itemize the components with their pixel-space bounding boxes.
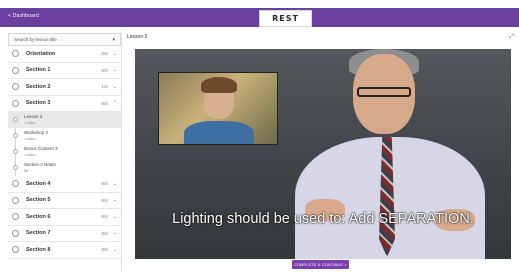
section-6[interactable]: Section 6 0/4 ⌄ — [8, 209, 121, 226]
progress-circle-icon — [12, 229, 19, 237]
complete-and-continue-button[interactable]: COMPLETE & CONTINUE > — [292, 260, 349, 269]
section-name: Section 5 — [26, 197, 51, 204]
lesson-item-workshop-3[interactable]: Workshop 3 1 video — [8, 128, 121, 144]
lesson-status-icon — [13, 117, 18, 122]
course-sidebar: Search by lesson title ▾ Orientation 0/2… — [8, 31, 122, 272]
section-name: Section 2 — [26, 83, 51, 90]
search-lesson-dropdown[interactable]: Search by lesson title ▾ — [8, 33, 121, 46]
section-progress: 0/3 — [101, 67, 108, 73]
expand-icon[interactable]: ⤢ — [509, 34, 514, 41]
section-name: Section 3 — [26, 100, 51, 107]
chevron-down-icon: ⌄ — [112, 197, 117, 204]
video-caption: Lighting should be used to: Add SEPARATI… — [172, 211, 474, 227]
section-name: Section 7 — [26, 230, 51, 237]
section-progress: 0/4 — [101, 181, 108, 187]
lesson-title: Section 3 Notes — [24, 162, 56, 167]
lesson-item-section-3-notes[interactable]: Section 3 Notes file — [8, 160, 121, 176]
section-4[interactable]: Section 4 0/4 ⌄ — [8, 176, 121, 193]
lesson-list: Lesson 3 1 video Workshop 3 1 video Bonu… — [8, 112, 121, 176]
lesson-meta: 1 video — [24, 153, 36, 157]
chevron-down-icon: ⌄ — [112, 246, 117, 253]
school-logo[interactable]: REST — [259, 10, 312, 27]
progress-circle-icon — [12, 196, 19, 204]
chevron-down-icon: ⌄ — [112, 230, 117, 237]
section-1[interactable]: Section 1 0/3 ⌄ — [8, 63, 121, 79]
section-name: Section 1 — [26, 67, 51, 74]
chevron-down-icon: ▾ — [112, 36, 115, 43]
video-player[interactable]: Lighting should be used to: Add SEPARATI… — [135, 49, 511, 259]
chevron-down-icon: ⌄ — [112, 83, 117, 90]
lesson-status-icon — [13, 165, 18, 170]
inset-photo — [158, 72, 278, 145]
section-name: Section 6 — [26, 213, 51, 220]
lesson-item-lesson-3[interactable]: Lesson 3 1 video — [8, 112, 121, 128]
lesson-content: Lesson 3 ⤢ Lighting should be used to: A… — [122, 31, 519, 272]
chevron-down-icon: ⌄ — [112, 67, 117, 74]
section-progress: 0/4 — [101, 100, 108, 106]
lesson-title: Lesson 3 — [127, 34, 148, 40]
search-placeholder: Search by lesson title — [14, 37, 57, 42]
lesson-meta: file — [24, 169, 29, 173]
lesson-meta: 1 video — [24, 121, 36, 125]
progress-circle-icon — [12, 180, 19, 188]
section-progress: 0/4 — [101, 230, 108, 236]
lesson-meta: 1 video — [24, 137, 36, 141]
section-5[interactable]: Section 5 0/4 ⌄ — [8, 193, 121, 209]
top-bar: < Dashboard REST — [0, 0, 519, 28]
progress-circle-icon — [12, 213, 19, 221]
inset-person-body — [184, 121, 254, 144]
chevron-down-icon: ⌄ — [112, 180, 117, 187]
section-progress: 0/4 — [101, 214, 108, 220]
section-3[interactable]: Section 3 0/4 ⌃ — [8, 96, 121, 112]
lesson-title: Bonus Content 3 — [24, 146, 58, 151]
lesson-status-icon — [13, 149, 18, 154]
lesson-title: Workshop 3 — [24, 130, 48, 135]
chevron-up-icon: ⌃ — [112, 100, 117, 107]
back-to-dashboard-link[interactable]: < Dashboard — [8, 13, 39, 19]
presenter-glasses — [357, 87, 411, 97]
chevron-down-icon: ⌄ — [112, 50, 117, 57]
section-name: Section 8 — [26, 246, 51, 253]
progress-circle-icon — [12, 246, 19, 254]
progress-circle-icon — [12, 83, 19, 91]
progress-circle-icon — [12, 99, 19, 107]
section-8[interactable]: Section 8 0/5 ⌄ — [8, 242, 121, 259]
inset-person-hair — [201, 77, 237, 93]
section-orientation[interactable]: Orientation 0/2 ⌄ — [8, 46, 121, 63]
progress-circle-icon — [12, 66, 19, 74]
section-name: Orientation — [26, 50, 56, 57]
chevron-down-icon: ⌄ — [112, 213, 117, 220]
lesson-status-icon — [13, 133, 18, 138]
section-name: Section 4 — [26, 180, 51, 187]
progress-circle-icon — [12, 50, 19, 58]
section-7[interactable]: Section 7 0/4 ⌄ — [8, 226, 121, 242]
section-2[interactable]: Section 2 1/4 ⌄ — [8, 79, 121, 96]
section-progress: 0/4 — [101, 197, 108, 203]
section-progress: 0/5 — [101, 247, 108, 253]
lesson-item-bonus-content-3[interactable]: Bonus Content 3 1 video — [8, 144, 121, 160]
section-progress: 1/4 — [101, 84, 108, 90]
lesson-header: Lesson 3 ⤢ — [122, 31, 519, 43]
lesson-title: Lesson 3 — [24, 114, 43, 119]
section-progress: 0/2 — [101, 51, 108, 57]
